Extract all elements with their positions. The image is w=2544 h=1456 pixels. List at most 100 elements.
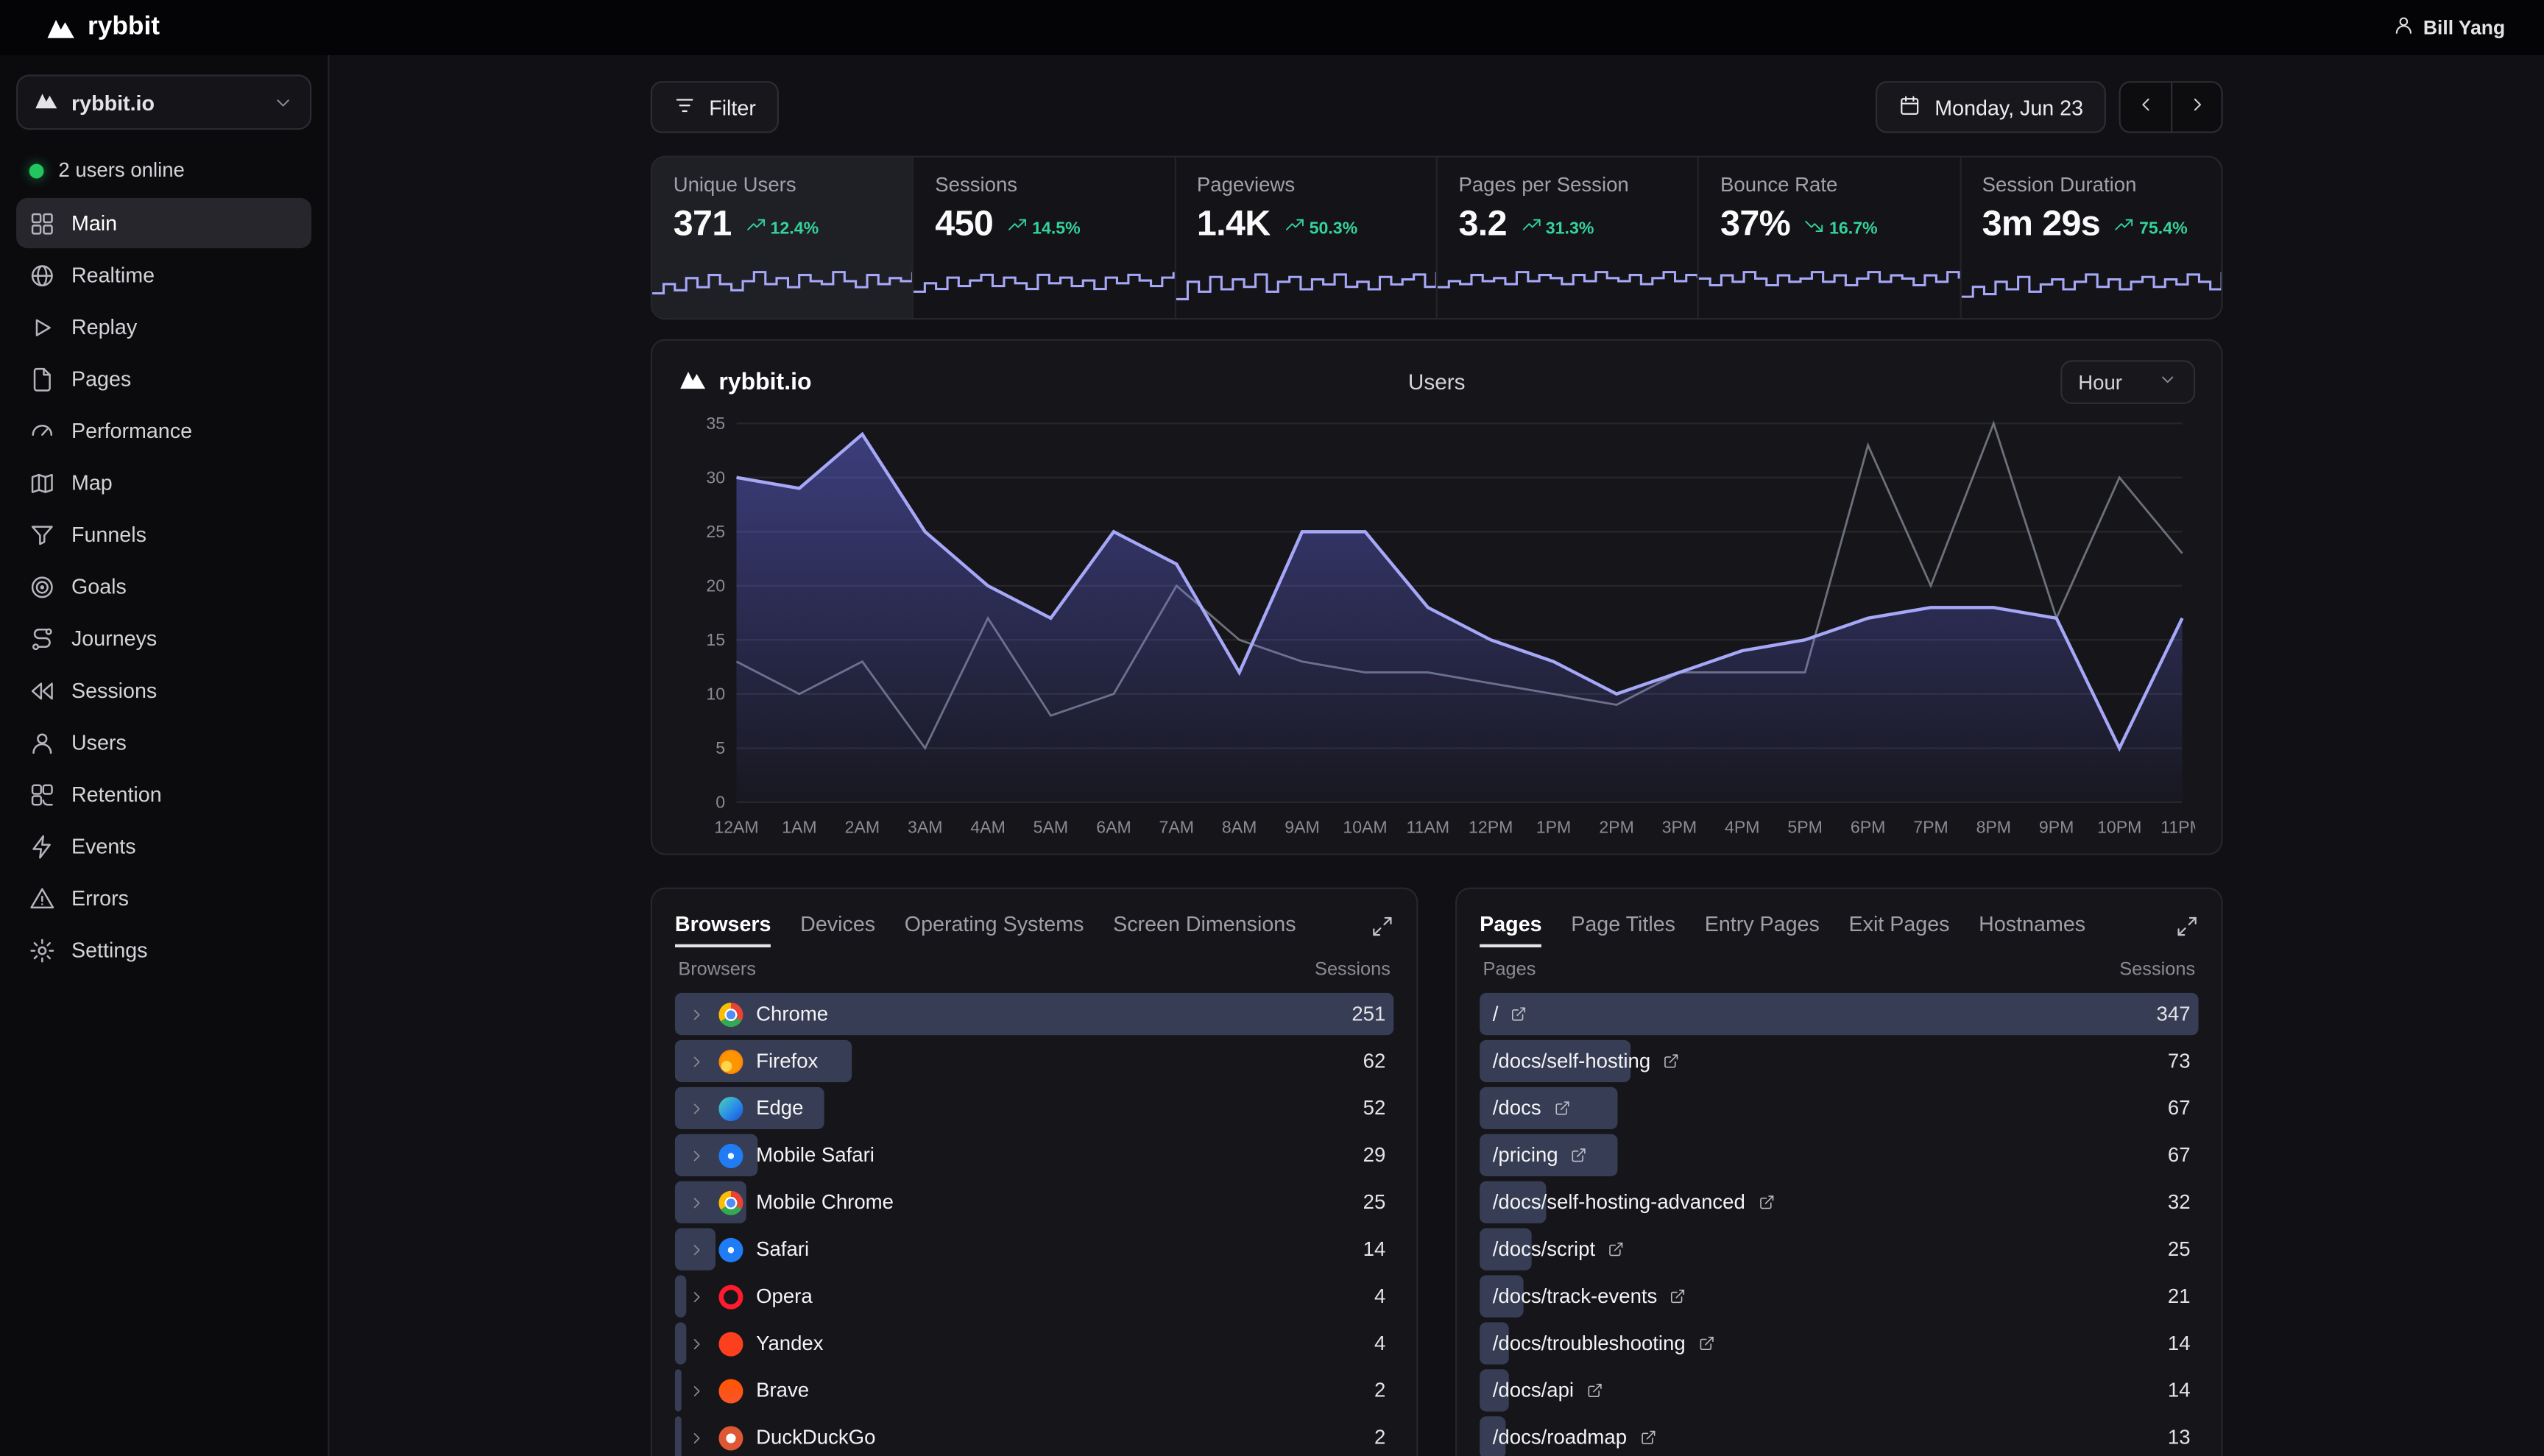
rybbit-logo-icon xyxy=(46,15,77,40)
browser-row-firefox[interactable]: Firefox 62 xyxy=(675,1041,1393,1083)
tab-devices[interactable]: Devices xyxy=(800,906,875,948)
browser-row-chrome[interactable]: Chrome 251 xyxy=(675,994,1393,1036)
sidebar-item-sessions[interactable]: Sessions xyxy=(16,665,311,715)
external-link-icon[interactable] xyxy=(1608,1242,1625,1258)
tab-page-titles[interactable]: Page Titles xyxy=(1571,906,1675,948)
sidebar-item-retention[interactable]: Retention xyxy=(16,769,311,819)
page-row-pricing[interactable]: /pricing 67 xyxy=(1480,1135,2198,1177)
trend-up-icon xyxy=(1285,216,1304,240)
stat-card-pages-per-session[interactable]: Pages per Session 3.2 31.3% xyxy=(1438,158,1700,318)
interval-value: Hour xyxy=(2078,371,2122,394)
sidebar-item-errors[interactable]: Errors xyxy=(16,873,311,923)
stat-card-session-duration[interactable]: Session Duration 3m 29s 75.4% xyxy=(1961,158,2221,318)
stat-value: 371 xyxy=(674,203,732,245)
stat-card-bounce-rate[interactable]: Bounce Rate 37% 16.7% xyxy=(1699,158,1961,318)
page-row-docs-self-hosting-advanced[interactable]: /docs/self-hosting-advanced 32 xyxy=(1480,1182,2198,1224)
page-row-docs-troubleshooting[interactable]: /docs/troubleshooting 14 xyxy=(1480,1323,2198,1365)
site-selector[interactable]: rybbit.io xyxy=(16,74,311,130)
sidebar-item-realtime[interactable]: Realtime xyxy=(16,250,311,300)
page-row-docs-roadmap[interactable]: /docs/roadmap 13 xyxy=(1480,1417,2198,1456)
sidebar-item-performance[interactable]: Performance xyxy=(16,406,311,456)
chevron-right-icon[interactable] xyxy=(688,1147,706,1165)
chevron-right-icon[interactable] xyxy=(688,1430,706,1447)
tab-pages[interactable]: Pages xyxy=(1480,906,1541,948)
external-link-icon[interactable] xyxy=(1571,1148,1587,1164)
browser-row-brave[interactable]: Brave 2 xyxy=(675,1370,1393,1412)
external-link-icon[interactable] xyxy=(1554,1100,1570,1117)
rewind-icon xyxy=(29,677,55,703)
chevron-down-icon xyxy=(2158,370,2177,395)
session-count: 14 xyxy=(2168,1379,2199,1402)
browser-row-safari[interactable]: Safari 14 xyxy=(675,1229,1393,1271)
sidebar-item-main[interactable]: Main xyxy=(16,198,311,248)
chevron-right-icon[interactable] xyxy=(688,1100,706,1117)
browser-row-edge[interactable]: Edge 52 xyxy=(675,1088,1393,1130)
svg-text:6PM: 6PM xyxy=(1851,818,1885,837)
session-count: 2 xyxy=(1374,1427,1393,1449)
user-name: Bill Yang xyxy=(2423,16,2505,39)
chevron-right-icon[interactable] xyxy=(688,1241,706,1259)
stat-label: Pages per Session xyxy=(1458,174,1676,197)
browser-row-yandex[interactable]: Yandex 4 xyxy=(675,1323,1393,1365)
browser-row-duckduckgo[interactable]: DuckDuckGo 2 xyxy=(675,1417,1393,1456)
sidebar-item-map[interactable]: Map xyxy=(16,458,311,508)
tab-hostnames[interactable]: Hostnames xyxy=(1979,906,2085,948)
chevron-right-icon[interactable] xyxy=(688,1006,706,1023)
chevron-right-icon[interactable] xyxy=(688,1194,706,1212)
page-row-docs-script[interactable]: /docs/script 25 xyxy=(1480,1229,2198,1271)
brand-logo[interactable]: rybbit xyxy=(46,13,160,43)
external-link-icon[interactable] xyxy=(1670,1289,1686,1305)
sidebar-item-journeys[interactable]: Journeys xyxy=(16,613,311,663)
filter-button[interactable]: Filter xyxy=(651,81,779,133)
sidebar-item-settings[interactable]: Settings xyxy=(16,925,311,975)
browser-row-opera[interactable]: Opera 4 xyxy=(675,1276,1393,1318)
tab-entry-pages[interactable]: Entry Pages xyxy=(1705,906,1820,948)
stat-card-pageviews[interactable]: Pageviews 1.4K 50.3% xyxy=(1176,158,1438,318)
external-link-icon[interactable] xyxy=(1698,1336,1714,1352)
sidebar-item-pages[interactable]: Pages xyxy=(16,353,311,403)
brand-name: rybbit xyxy=(88,13,160,43)
external-link-icon[interactable] xyxy=(1640,1430,1656,1446)
previous-day-button[interactable] xyxy=(2121,82,2171,131)
page-row-docs[interactable]: /docs 67 xyxy=(1480,1088,2198,1130)
interval-select[interactable]: Hour xyxy=(2060,360,2195,404)
tab-browsers[interactable]: Browsers xyxy=(675,906,771,948)
external-link-icon[interactable] xyxy=(1758,1195,1774,1211)
chevron-right-icon[interactable] xyxy=(688,1053,706,1070)
chevron-right-icon[interactable] xyxy=(688,1335,706,1353)
date-picker-button[interactable]: Monday, Jun 23 xyxy=(1876,81,2106,133)
tab-screen-dimensions[interactable]: Screen Dimensions xyxy=(1113,906,1296,948)
browser-row-mobile-safari[interactable]: Mobile Safari 29 xyxy=(675,1135,1393,1177)
stat-card-unique-users[interactable]: Unique Users 371 12.4% xyxy=(652,158,914,318)
sidebar-item-goals[interactable]: Goals xyxy=(16,562,311,612)
chevron-right-icon[interactable] xyxy=(688,1382,706,1400)
toolbar: Filter Monday, Jun 23 xyxy=(651,81,2223,133)
next-day-button[interactable] xyxy=(2171,82,2221,131)
external-link-icon[interactable] xyxy=(1511,1006,1527,1022)
page-path: /docs/script xyxy=(1493,1239,1595,1262)
page-row-docs-self-hosting[interactable]: /docs/self-hosting 73 xyxy=(1480,1041,2198,1083)
stat-value: 3.2 xyxy=(1458,203,1506,245)
sidebar-item-users[interactable]: Users xyxy=(16,717,311,767)
expand-icon[interactable] xyxy=(2176,916,2199,939)
sidebar-item-label: Map xyxy=(71,470,113,495)
page-row-docs-api[interactable]: /docs/api 14 xyxy=(1480,1370,2198,1412)
expand-icon[interactable] xyxy=(1371,916,1393,939)
browser-row-mobile-chrome[interactable]: Mobile Chrome 25 xyxy=(675,1182,1393,1224)
user-menu[interactable]: Bill Yang xyxy=(2392,15,2505,40)
svg-text:4PM: 4PM xyxy=(1725,818,1759,837)
page-row-root[interactable]: / 347 xyxy=(1480,994,2198,1036)
sidebar-item-funnels[interactable]: Funnels xyxy=(16,509,311,559)
external-link-icon[interactable] xyxy=(1664,1053,1680,1070)
external-link-icon[interactable] xyxy=(1587,1383,1603,1399)
page-row-docs-track-events[interactable]: /docs/track-events 21 xyxy=(1480,1276,2198,1318)
tab-operating-systems[interactable]: Operating Systems xyxy=(905,906,1084,948)
page-path: /docs/api xyxy=(1493,1379,1574,1402)
sidebar-item-replay[interactable]: Replay xyxy=(16,302,311,352)
sidebar-item-label: Performance xyxy=(71,419,192,443)
sidebar-item-events[interactable]: Events xyxy=(16,821,311,871)
tab-exit-pages[interactable]: Exit Pages xyxy=(1849,906,1950,948)
chevron-right-icon[interactable] xyxy=(688,1288,706,1306)
stat-card-sessions[interactable]: Sessions 450 14.5% xyxy=(914,158,1176,318)
stat-change: 16.7% xyxy=(1805,216,1878,240)
